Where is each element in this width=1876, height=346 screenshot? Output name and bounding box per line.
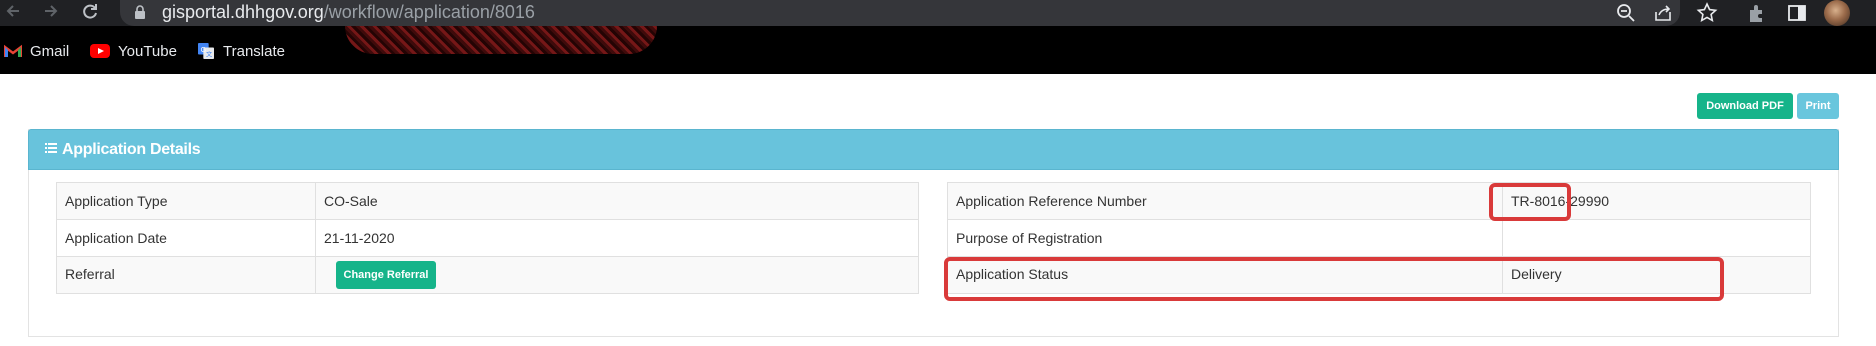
- table-row: Application Type CO-Sale: [56, 182, 919, 220]
- panel-title: Application Details: [62, 141, 201, 158]
- gmail-icon: [4, 44, 22, 57]
- bookmark-label: Gmail: [30, 42, 70, 60]
- svg-text:文: 文: [206, 50, 213, 58]
- back-icon[interactable]: [2, 1, 26, 23]
- field-value: [1502, 219, 1811, 257]
- url-path: /workflow/application/8016: [323, 2, 535, 22]
- application-status-highlight: [944, 257, 1724, 301]
- bookmark-label: YouTube: [118, 42, 177, 60]
- profile-avatar[interactable]: [1824, 0, 1850, 26]
- table-row: Application Date 21-11-2020: [56, 219, 919, 257]
- change-referral-button[interactable]: Change Referral: [336, 261, 436, 289]
- field-label: Referral: [56, 256, 316, 294]
- field-label: Purpose of Registration: [947, 219, 1503, 257]
- bookmark-translate[interactable]: G 文 Translate: [197, 42, 285, 60]
- list-icon: [45, 143, 57, 153]
- field-value: Change Referral: [315, 256, 919, 294]
- panel-header: Application Details: [28, 129, 1839, 170]
- field-value: 21-11-2020: [315, 219, 919, 257]
- field-label: Application Date: [56, 219, 316, 257]
- application-info-table: Application Type CO-Sale Application Dat…: [56, 182, 919, 294]
- field-value: CO-Sale: [315, 182, 919, 220]
- table-row: Referral Change Referral: [56, 256, 919, 294]
- zoom-icon[interactable]: [1615, 2, 1637, 24]
- bookmark-youtube[interactable]: YouTube: [90, 42, 177, 60]
- download-pdf-button[interactable]: Download PDF: [1697, 93, 1793, 119]
- browser-chrome: gisportal.dhhgov.org/workflow/applicatio…: [0, 0, 1876, 74]
- lock-icon: [135, 5, 145, 19]
- bookmark-star-icon[interactable]: [1696, 2, 1718, 24]
- browser-toolbar: gisportal.dhhgov.org/workflow/applicatio…: [0, 0, 1876, 26]
- field-label: Application Type: [56, 182, 316, 220]
- forward-icon[interactable]: [38, 1, 62, 23]
- share-icon[interactable]: [1652, 2, 1674, 24]
- translate-icon: G 文: [198, 43, 214, 59]
- url-host: gisportal.dhhgov.org: [162, 2, 324, 22]
- side-panel-icon[interactable]: [1786, 2, 1808, 24]
- reload-icon[interactable]: [78, 1, 102, 23]
- extensions-icon[interactable]: [1746, 2, 1768, 24]
- table-row: Application Reference Number TR-8016-299…: [947, 182, 1811, 220]
- url-text: gisportal.dhhgov.org/workflow/applicatio…: [162, 2, 535, 22]
- address-bar[interactable]: gisportal.dhhgov.org/workflow/applicatio…: [120, 0, 1680, 26]
- page-banner-image: [345, 26, 657, 54]
- youtube-icon: [90, 44, 110, 58]
- reference-number-highlight: [1489, 183, 1571, 221]
- print-button[interactable]: Print: [1797, 93, 1839, 119]
- field-label: Application Reference Number: [947, 182, 1503, 220]
- bookmark-gmail[interactable]: Gmail: [4, 42, 69, 60]
- table-row: Purpose of Registration: [947, 219, 1811, 257]
- bookmark-label: Translate: [223, 42, 285, 60]
